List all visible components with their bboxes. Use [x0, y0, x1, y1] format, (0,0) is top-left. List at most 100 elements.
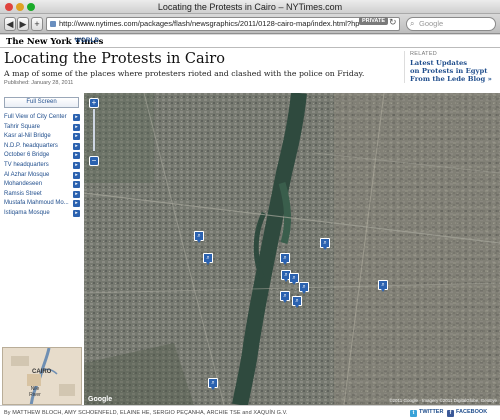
map-marker[interactable]: ⌕	[280, 291, 290, 303]
marker-pointer	[206, 262, 210, 265]
location-label: October 6 Bridge	[4, 152, 50, 159]
location-list-item[interactable]: Mohandeseen ▸	[4, 180, 80, 189]
map-marker[interactable]: ⌕	[203, 253, 213, 265]
search-placeholder: Google	[419, 19, 444, 28]
location-list-item[interactable]: Al Azhar Mosque ▸	[4, 171, 80, 180]
publish-date: Published: January 28, 2011	[4, 80, 74, 86]
add-bookmark-button[interactable]: +	[31, 17, 43, 31]
arrow-right-icon: ▸	[73, 142, 80, 150]
marker-pointer	[284, 279, 288, 282]
map-marker[interactable]: ⌕	[378, 280, 388, 292]
marker-pointer	[295, 305, 299, 308]
byline: By MATTHEW BLOCH, AMY SCHOENFELD, ELAINE…	[4, 410, 288, 416]
arrow-right-icon: ▸	[73, 200, 80, 208]
page-title: Locating the Protests in Cairo	[4, 51, 225, 67]
location-label: Mohandeseen	[4, 181, 43, 188]
search-input[interactable]: ⌕ Google	[406, 17, 496, 31]
facebook-label: FACEBOOK	[456, 409, 488, 415]
location-label: Kasr al-Nil Bridge	[4, 133, 51, 140]
zoom-window-button[interactable]	[27, 3, 35, 11]
location-list-item[interactable]: Kasr al-Nil Bridge ▸	[4, 132, 80, 141]
marker-pointer	[283, 262, 287, 265]
masthead-divider	[0, 47, 500, 48]
location-list-item[interactable]: Ramsis Street ▸	[4, 190, 80, 199]
location-label: N.D.P. headquarters	[4, 142, 58, 149]
minimize-window-button[interactable]	[16, 3, 24, 11]
satellite-map[interactable]: + − ⌕ ⌕ ⌕ ⌕ ⌕ ⌕ ⌕ ⌕ ⌕ ⌕ ⌕ Google ©2011 Google · Im…	[84, 93, 500, 405]
marker-pointer	[292, 282, 296, 285]
twitter-label: TWITTER	[419, 409, 444, 415]
arrow-right-icon: ▸	[73, 210, 80, 217]
arrow-right-icon: ▸	[73, 190, 80, 198]
zoom-in-button[interactable]: +	[89, 98, 99, 108]
full-screen-button[interactable]: Full Screen	[4, 97, 79, 108]
location-list-item[interactable]: TV headquarters ▸	[4, 161, 80, 170]
map-imagery	[84, 93, 500, 405]
map-marker[interactable]: ⌕	[194, 231, 204, 243]
facebook-share-link[interactable]: f FACEBOOK	[447, 409, 487, 417]
address-url: http://www.nytimes.com/packages/flash/ne…	[59, 19, 360, 28]
address-bar[interactable]: http://www.nytimes.com/packages/flash/ne…	[46, 17, 400, 31]
twitter-icon: t	[410, 410, 417, 417]
map-marker[interactable]: ⌕	[320, 238, 330, 250]
location-label: Ramsis Street	[4, 190, 42, 197]
forward-button[interactable]: ▶	[17, 17, 29, 31]
arrow-right-icon: ▸	[73, 162, 80, 169]
related-link-line[interactable]: Latest Updates	[410, 59, 496, 67]
zoom-slider-track[interactable]	[93, 109, 95, 151]
marker-pointer	[211, 387, 215, 390]
location-label: Al Azhar Mosque	[4, 171, 50, 178]
arrow-right-icon: ▸	[73, 181, 80, 189]
page-footer: By MATTHEW BLOCH, AMY SCHOENFELD, ELAINE…	[0, 405, 500, 420]
location-list-item[interactable]: Full View of City Center ▸	[4, 113, 80, 122]
map-marker[interactable]: ⌕	[292, 296, 302, 308]
map-copyright: ©2011 Google · Imagery ©2011 DigitalGlob…	[389, 398, 497, 403]
marker-pointer	[323, 247, 327, 250]
marker-pointer	[381, 289, 385, 292]
web-page: The New York Times WORLD Locating the Pr…	[0, 35, 500, 420]
window-title: Locating the Protests in Cairo – NYTimes…	[157, 2, 343, 12]
reload-icon[interactable]: ↻	[389, 17, 397, 28]
location-label: Mustafa Mahmoud Mo...	[4, 200, 69, 207]
related-link-line[interactable]: From the Lede Blog »	[410, 75, 496, 83]
location-list-item[interactable]: N.D.P. headquarters ▸	[4, 142, 80, 151]
map-marker[interactable]: ⌕	[299, 282, 309, 294]
location-list-item[interactable]: Istiqama Mosque ▸	[4, 209, 80, 218]
inset-river-label: Nile River	[29, 386, 41, 398]
marker-pointer	[302, 291, 306, 294]
location-list-item[interactable]: October 6 Bridge ▸	[4, 151, 80, 160]
google-logo: Google	[88, 396, 113, 403]
arrow-right-icon: ▸	[73, 114, 80, 121]
map-marker[interactable]: ⌕	[280, 253, 290, 265]
related-link-line[interactable]: on Protests in Egypt	[410, 67, 496, 75]
marker-pointer	[283, 300, 287, 303]
locator-inset-map: CAIRO Nile River	[2, 347, 82, 405]
facebook-icon: f	[447, 410, 454, 417]
back-button[interactable]: ◀	[4, 17, 16, 31]
private-browsing-badge[interactable]: PRIVATE	[359, 17, 389, 25]
related-label: RELATED	[410, 51, 438, 57]
location-label: Tahrir Square	[4, 123, 41, 130]
map-marker[interactable]: ⌕	[208, 378, 218, 390]
arrow-right-icon: ▸	[73, 171, 80, 179]
location-label: Full View of City Center	[4, 114, 67, 120]
browser-toolbar: ◀ ▶ + http://www.nytimes.com/packages/fl…	[0, 14, 500, 34]
map-marker[interactable]: ⌕	[289, 273, 299, 285]
inset-city-label: CAIRO	[32, 369, 52, 375]
zoom-out-button[interactable]: −	[89, 156, 99, 166]
twitter-share-link[interactable]: t TWITTER	[410, 409, 443, 417]
site-favicon-icon	[50, 21, 56, 27]
section-link-world[interactable]: WORLD	[75, 38, 99, 44]
related-link[interactable]: Latest Updates on Protests in Egypt From…	[410, 59, 496, 83]
arrow-right-icon: ▸	[73, 152, 80, 160]
window-titlebar: Locating the Protests in Cairo – NYTimes…	[0, 0, 500, 14]
search-icon: ⌕	[410, 19, 415, 28]
location-sidebar: Full Screen Full View of City Center ▸ Tah…	[0, 93, 84, 405]
location-list-item[interactable]: Mustafa Mahmoud Mo... ▸	[4, 199, 80, 208]
location-label: Istiqama Mosque	[4, 210, 50, 216]
marker-pointer	[197, 240, 201, 243]
close-window-button[interactable]	[5, 3, 13, 11]
arrow-right-icon: ▸	[73, 123, 80, 131]
location-list-item[interactable]: Tahrir Square ▸	[4, 123, 80, 132]
related-box: RELATED Latest Updates on Protests in Eg…	[404, 51, 496, 83]
